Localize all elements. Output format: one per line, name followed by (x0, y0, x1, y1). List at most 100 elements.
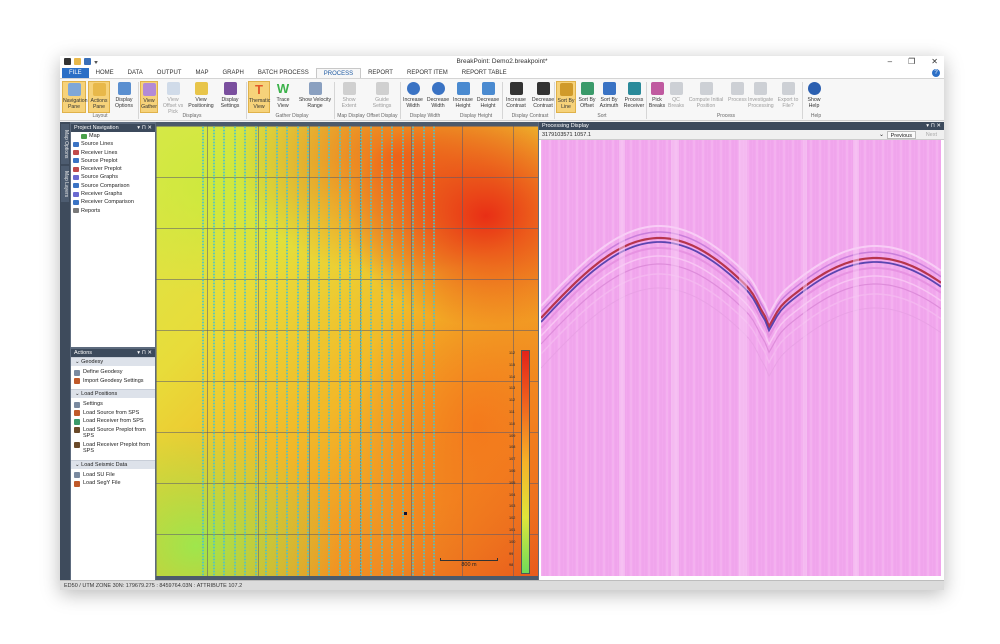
action-icon (74, 378, 80, 384)
map-view[interactable]: 112 115 114 113 112 111 110 109 108 107 106 105 104 1… (156, 122, 538, 580)
action-settings[interactable]: Settings (71, 400, 155, 409)
ribbon-tabs: FILE HOME DATA OUTPUT MAP GRAPH BATCH PROCESS P… (60, 68, 944, 79)
title-bar: BreakPoint: Demo2.breakpoint* – ❐ ✕ (60, 56, 944, 68)
receiver-line (296, 126, 299, 576)
nav-item-receiver-graphs[interactable]: Receiver Graphs (71, 190, 155, 198)
increase-contrast-icon (509, 82, 523, 95)
action-load-source-from-sps[interactable]: Load Source from SPS (71, 409, 155, 418)
tab-graph[interactable]: GRAPH (215, 68, 250, 78)
action-load-su-file[interactable]: Load SU File (71, 471, 155, 480)
decrease-width-button[interactable]: Decrease Width (426, 81, 450, 113)
receiver-select[interactable]: 3179103571 1057.1 (542, 132, 591, 138)
sort-by-azimuth-button[interactable]: Sort By Azimuth (598, 81, 620, 113)
tab-process[interactable]: PROCESS (315, 68, 362, 78)
pick-breaks-button[interactable]: Pick Breaks (648, 81, 666, 113)
previous-button[interactable]: Previous (886, 131, 916, 139)
show-velocity-range-button[interactable]: Show Velocity Range (296, 81, 334, 113)
minimize-button[interactable]: – (888, 57, 892, 66)
decrease-height-button[interactable]: Decrease Height (476, 81, 500, 113)
button-label: Process Receiver (623, 97, 645, 109)
show-extent-button[interactable]: Show Extent (336, 81, 362, 113)
section-header-load-seismic-data[interactable]: ⌄ Load Seismic Data (71, 459, 155, 469)
nav-item-receiver-comparison[interactable]: Receiver Comparison (71, 198, 155, 206)
nav-item-receiver-lines[interactable]: Receiver Lines (71, 149, 155, 157)
tab-file[interactable]: FILE (62, 68, 89, 78)
tab-batch-process[interactable]: BATCH PROCESS (251, 68, 316, 78)
tab-output[interactable]: OUTPUT (150, 68, 189, 78)
legend-tick-label: 102 (509, 516, 516, 521)
display-options-button[interactable]: Display Options (112, 81, 136, 113)
next-button[interactable]: Next (923, 131, 940, 139)
view-positioning-button[interactable]: View Positioning (188, 81, 214, 113)
qc-breaks-button[interactable]: QC Breaks (668, 81, 684, 113)
compute-position-icon (699, 82, 713, 95)
nav-item-label: Receiver Comparison (81, 199, 134, 206)
nav-item-receiver-preplot[interactable]: Receiver Preplot (71, 165, 155, 173)
panel-controls[interactable]: ▾ ⊓ ✕ (137, 124, 152, 132)
chevron-down-icon[interactable]: ⌄ (879, 130, 884, 140)
sort-by-line-button[interactable]: Sort By Line (556, 81, 576, 113)
display-settings-button[interactable]: Display Settings (218, 81, 242, 113)
tab-data[interactable]: DATA (121, 68, 150, 78)
view-gather-button[interactable]: View Gather (140, 81, 158, 113)
guide-settings-button[interactable]: Guide Settings (366, 81, 398, 113)
receiver-line (349, 126, 351, 576)
section-header-load-positions[interactable]: ⌄ Load Positions (71, 389, 155, 398)
nav-item-map[interactable]: Map (71, 132, 155, 140)
increase-contrast-button[interactable]: Increase Contrast (504, 81, 528, 113)
increase-width-button[interactable]: Increase Width (402, 81, 424, 113)
tab-report-table[interactable]: REPORT TABLE (455, 68, 514, 78)
side-tab-map-layers[interactable]: Map Layers (61, 166, 69, 202)
show-help-button[interactable]: Show Help (804, 81, 824, 113)
close-button[interactable]: ✕ (931, 57, 938, 66)
panel-controls[interactable]: ▾ ⊓ ✕ (137, 349, 152, 357)
navigation-pane-button[interactable]: Navigation Pane (62, 81, 88, 113)
panel-controls[interactable]: ▾ ⊓ ✕ (926, 122, 941, 130)
tab-map[interactable]: MAP (188, 68, 215, 78)
decrease-contrast-button[interactable]: Decrease Contrast (530, 81, 556, 113)
nav-item-source-preplot[interactable]: Source Preplot (71, 157, 155, 165)
receiver-line (212, 126, 215, 576)
investigate-processing-button[interactable]: Investigate Processing (748, 81, 774, 113)
actions-pane-button[interactable]: Actions Pane (88, 81, 110, 113)
process-receiver-button[interactable]: Process Receiver (622, 81, 646, 113)
nav-item-label: Source Comparison (81, 182, 130, 189)
button-label: Pick Breaks (648, 97, 666, 109)
nav-item-reports[interactable]: Reports (71, 207, 155, 215)
legend-tick-label: 100 (509, 539, 516, 544)
thematic-view-button[interactable]: T Thematic View (248, 81, 270, 113)
compute-initial-position-button[interactable]: Compute Initial Position (686, 81, 726, 113)
action-load-segy-file[interactable]: Load SegY File (71, 479, 155, 488)
trace-view-button[interactable]: W Trace View (272, 81, 294, 113)
maximize-button[interactable]: ❐ (908, 57, 915, 66)
side-tab-map-options[interactable]: Map Options (61, 124, 69, 164)
action-import-geodesy-settings[interactable]: Import Geodesy Settings (71, 377, 155, 386)
nav-item-label: Reports (81, 207, 101, 214)
tab-report[interactable]: REPORT (361, 68, 400, 78)
action-load-receiver-preplot-from-sps[interactable]: Load Receiver Preplot from SPS (71, 441, 155, 456)
action-icon (74, 480, 80, 487)
seismic-gather-plot[interactable] (541, 140, 941, 576)
button-label: Show Extent (341, 97, 357, 109)
panel-header: Processing Display ▾ ⊓ ✕ (539, 122, 944, 130)
view-offset-vs-pick-button[interactable]: View Offset vs Pick (160, 81, 186, 115)
section-header-geodesy[interactable]: ⌄ Geodesy (71, 357, 155, 366)
process-button[interactable]: Process (728, 81, 747, 113)
help-icon[interactable]: ? (932, 69, 940, 77)
status-bar: ED50 / UTM ZONE 30N: 179679.275 : 845976… (60, 580, 944, 590)
nav-item-source-lines[interactable]: Source Lines (71, 140, 155, 148)
guide-settings-icon (375, 82, 389, 95)
action-load-source-preplot-from-sps[interactable]: Load Source Preplot from SPS (71, 426, 155, 441)
nav-item-source-comparison[interactable]: Source Comparison (71, 182, 155, 190)
action-define-geodesy[interactable]: Define Geodesy (71, 368, 155, 377)
legend-tick-label: 99 (509, 551, 514, 556)
action-load-receiver-from-sps[interactable]: Load Receiver from SPS (71, 417, 155, 426)
export-to-file-button[interactable]: Export to File? (774, 81, 802, 113)
increase-height-button[interactable]: Increase Height (452, 81, 474, 113)
processing-display-panel: Processing Display ▾ ⊓ ✕ 3179103571 1057… (539, 122, 944, 580)
sort-by-offset-button[interactable]: Sort By Offset (578, 81, 596, 113)
button-label: Compute Initial Position (688, 97, 724, 109)
tab-home[interactable]: HOME (89, 68, 121, 78)
tab-report-item[interactable]: REPORT ITEM (400, 68, 455, 78)
nav-item-source-graphs[interactable]: Source Graphs (71, 173, 155, 181)
